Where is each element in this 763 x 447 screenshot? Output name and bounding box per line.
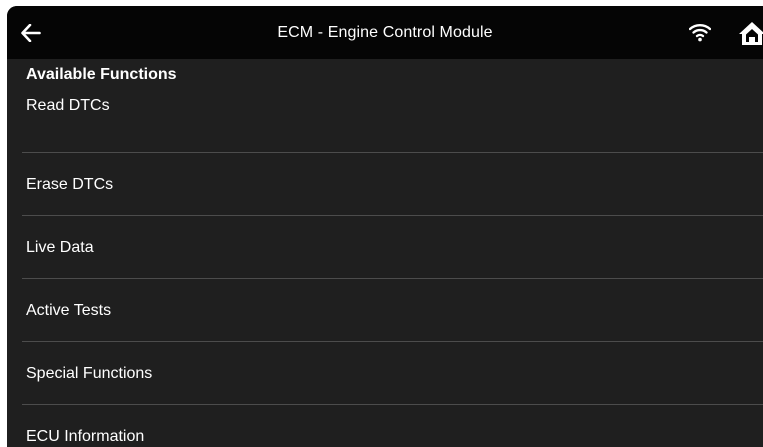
list-item-erase-dtcs[interactable]: Erase DTCs — [22, 153, 763, 216]
page-title: ECM - Engine Control Module — [277, 24, 493, 41]
section-title: Available Functions — [26, 66, 177, 83]
list-item-label: Special Functions — [26, 365, 153, 382]
list-item-read-dtcs[interactable]: Read DTCs — [22, 90, 763, 153]
list-item-label: Active Tests — [26, 302, 112, 319]
list-item-label: ECU Information — [26, 428, 145, 445]
list-item-label: Live Data — [26, 239, 94, 256]
list-item-special-functions[interactable]: Special Functions — [22, 342, 763, 405]
list-item-active-tests[interactable]: Active Tests — [22, 279, 763, 342]
list-item-label: Read DTCs — [26, 97, 110, 114]
list-item-label: Erase DTCs — [26, 176, 114, 193]
wifi-icon — [689, 24, 711, 42]
list-item-ecu-information[interactable]: ECU Information — [22, 405, 763, 447]
list-item-live-data[interactable]: Live Data — [22, 216, 763, 279]
app-screen: ECM - Engine Control Module Available Fu… — [7, 6, 763, 447]
home-icon[interactable] — [737, 20, 763, 46]
function-list: Read DTCs Erase DTCs Live Data Active Te… — [22, 90, 763, 447]
top-app-bar: ECM - Engine Control Module — [7, 6, 763, 59]
